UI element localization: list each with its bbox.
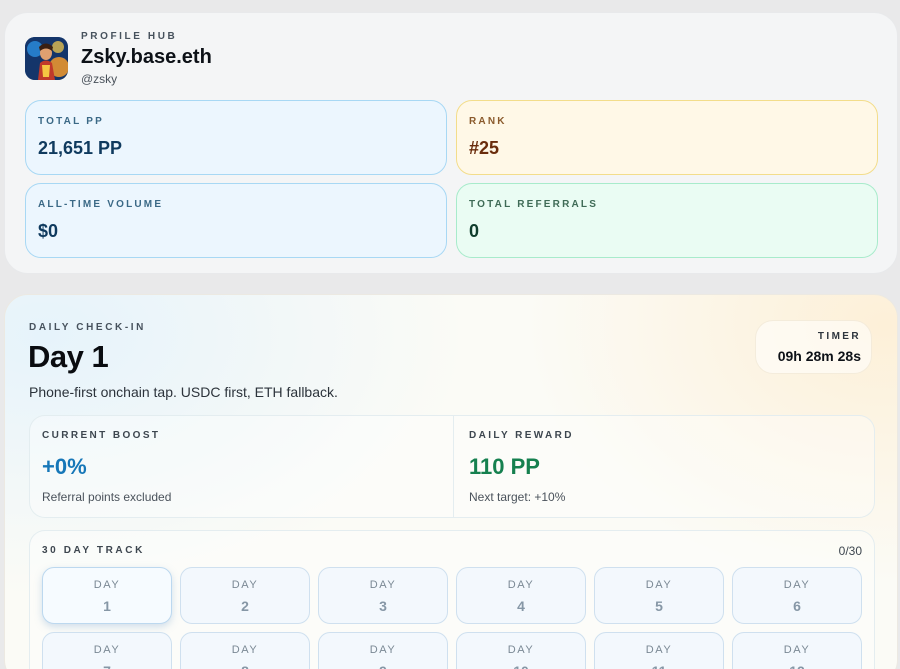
day-tile-number: 4 [517,598,525,614]
daily-reward-label: DAILY REWARD [469,430,574,441]
stat-value: 21,651 PP [38,138,123,158]
profile-handle: @zsky [81,72,118,86]
day-tile-number: 2 [241,598,249,614]
day-tile-label: DAY [507,579,535,591]
avatar[interactable] [25,37,68,80]
stat-label: ALL-TIME VOLUME [38,199,164,210]
stat-rank: RANK #25 [456,100,878,175]
day-tile[interactable]: DAY 8 [180,632,310,669]
day-tile[interactable]: DAY 4 [456,567,586,624]
day-tile[interactable]: DAY 9 [318,632,448,669]
daily-reward-value: 110 PP [469,454,540,479]
day-tile-number: 1 [103,598,111,614]
day-track-panel: 30 DAY TRACK 0/30 DAY 1 DAY 2 DAY 3 DAY 4 DAY 5 DA… [29,530,875,669]
stat-total-pp: TOTAL PP 21,651 PP [25,100,447,175]
day-track-label: 30 DAY TRACK [42,545,145,556]
stat-value: 0 [469,221,480,241]
day-track-count: 0/30 [838,544,862,558]
day-tile-label: DAY [93,579,121,591]
day-tile[interactable]: DAY 7 [42,632,172,669]
day-tile-number: 10 [457,663,585,669]
day-tile[interactable]: DAY 1 [42,567,172,624]
checkin-subtitle: Phone-first onchain tap. USDC first, ETH… [29,384,338,400]
day-tile-label: DAY [369,644,397,656]
checkin-day-title: Day 1 [28,339,109,374]
current-boost-label: CURRENT BOOST [42,430,161,441]
stat-label: TOTAL PP [38,116,104,127]
day-tile-number: 12 [733,663,861,669]
day-tile-number: 9 [319,663,447,669]
timer-value: 09h 28m 28s [777,348,861,364]
day-tile-label: DAY [507,644,535,656]
day-tile-label: DAY [645,644,673,656]
day-tile[interactable]: DAY 2 [180,567,310,624]
day-tile-number: 3 [379,598,387,614]
day-tile-label: DAY [783,579,811,591]
daily-reward-note: Next target: +10% [469,490,566,504]
stat-all-time-volume: ALL-TIME VOLUME $0 [25,183,447,258]
stat-label: TOTAL REFERRALS [469,199,599,210]
stat-value: #25 [469,138,500,158]
day-tile[interactable]: DAY 10 [456,632,586,669]
stat-label: RANK [469,116,507,127]
daily-checkin-card: DAILY CHECK-IN Day 1 Phone-first onchain… [4,294,898,669]
current-boost-value: +0% [42,454,87,479]
day-tile-label: DAY [645,579,673,591]
day-tile-number: 7 [43,663,171,669]
stat-total-referrals: TOTAL REFERRALS 0 [456,183,878,258]
boost-reward-panel: CURRENT BOOST +0% Referral points exclud… [29,415,875,518]
day-tile-label: DAY [369,579,397,591]
current-boost-note: Referral points excluded [42,490,172,504]
profile-hub-eyebrow: PROFILE HUB [81,31,178,42]
stat-value: $0 [38,221,59,241]
day-tile-label: DAY [93,644,121,656]
day-tile[interactable]: DAY 5 [594,567,724,624]
profile-hub-card: PROFILE HUB Zsky.base.eth @zsky TOTAL PP… [4,12,898,274]
day-tile[interactable]: DAY 3 [318,567,448,624]
day-tile-label: DAY [783,644,811,656]
day-tile-label: DAY [231,579,259,591]
day-tile-number: 5 [655,598,663,614]
timer-pill: TIMER 09h 28m 28s [755,320,872,374]
day-tile-label: DAY [231,644,259,656]
day-tile-number: 8 [181,663,309,669]
avatar-illustration-icon [25,37,68,80]
panel-divider [453,416,454,517]
day-tile-number: 11 [595,663,723,669]
day-tile-number: 6 [793,598,801,614]
checkin-eyebrow: DAILY CHECK-IN [29,322,146,333]
timer-label: TIMER [817,331,861,342]
day-tile[interactable]: DAY 11 [594,632,724,669]
day-tile[interactable]: DAY 12 [732,632,862,669]
day-tile[interactable]: DAY 6 [732,567,862,624]
profile-name: Zsky.base.eth [81,46,212,68]
